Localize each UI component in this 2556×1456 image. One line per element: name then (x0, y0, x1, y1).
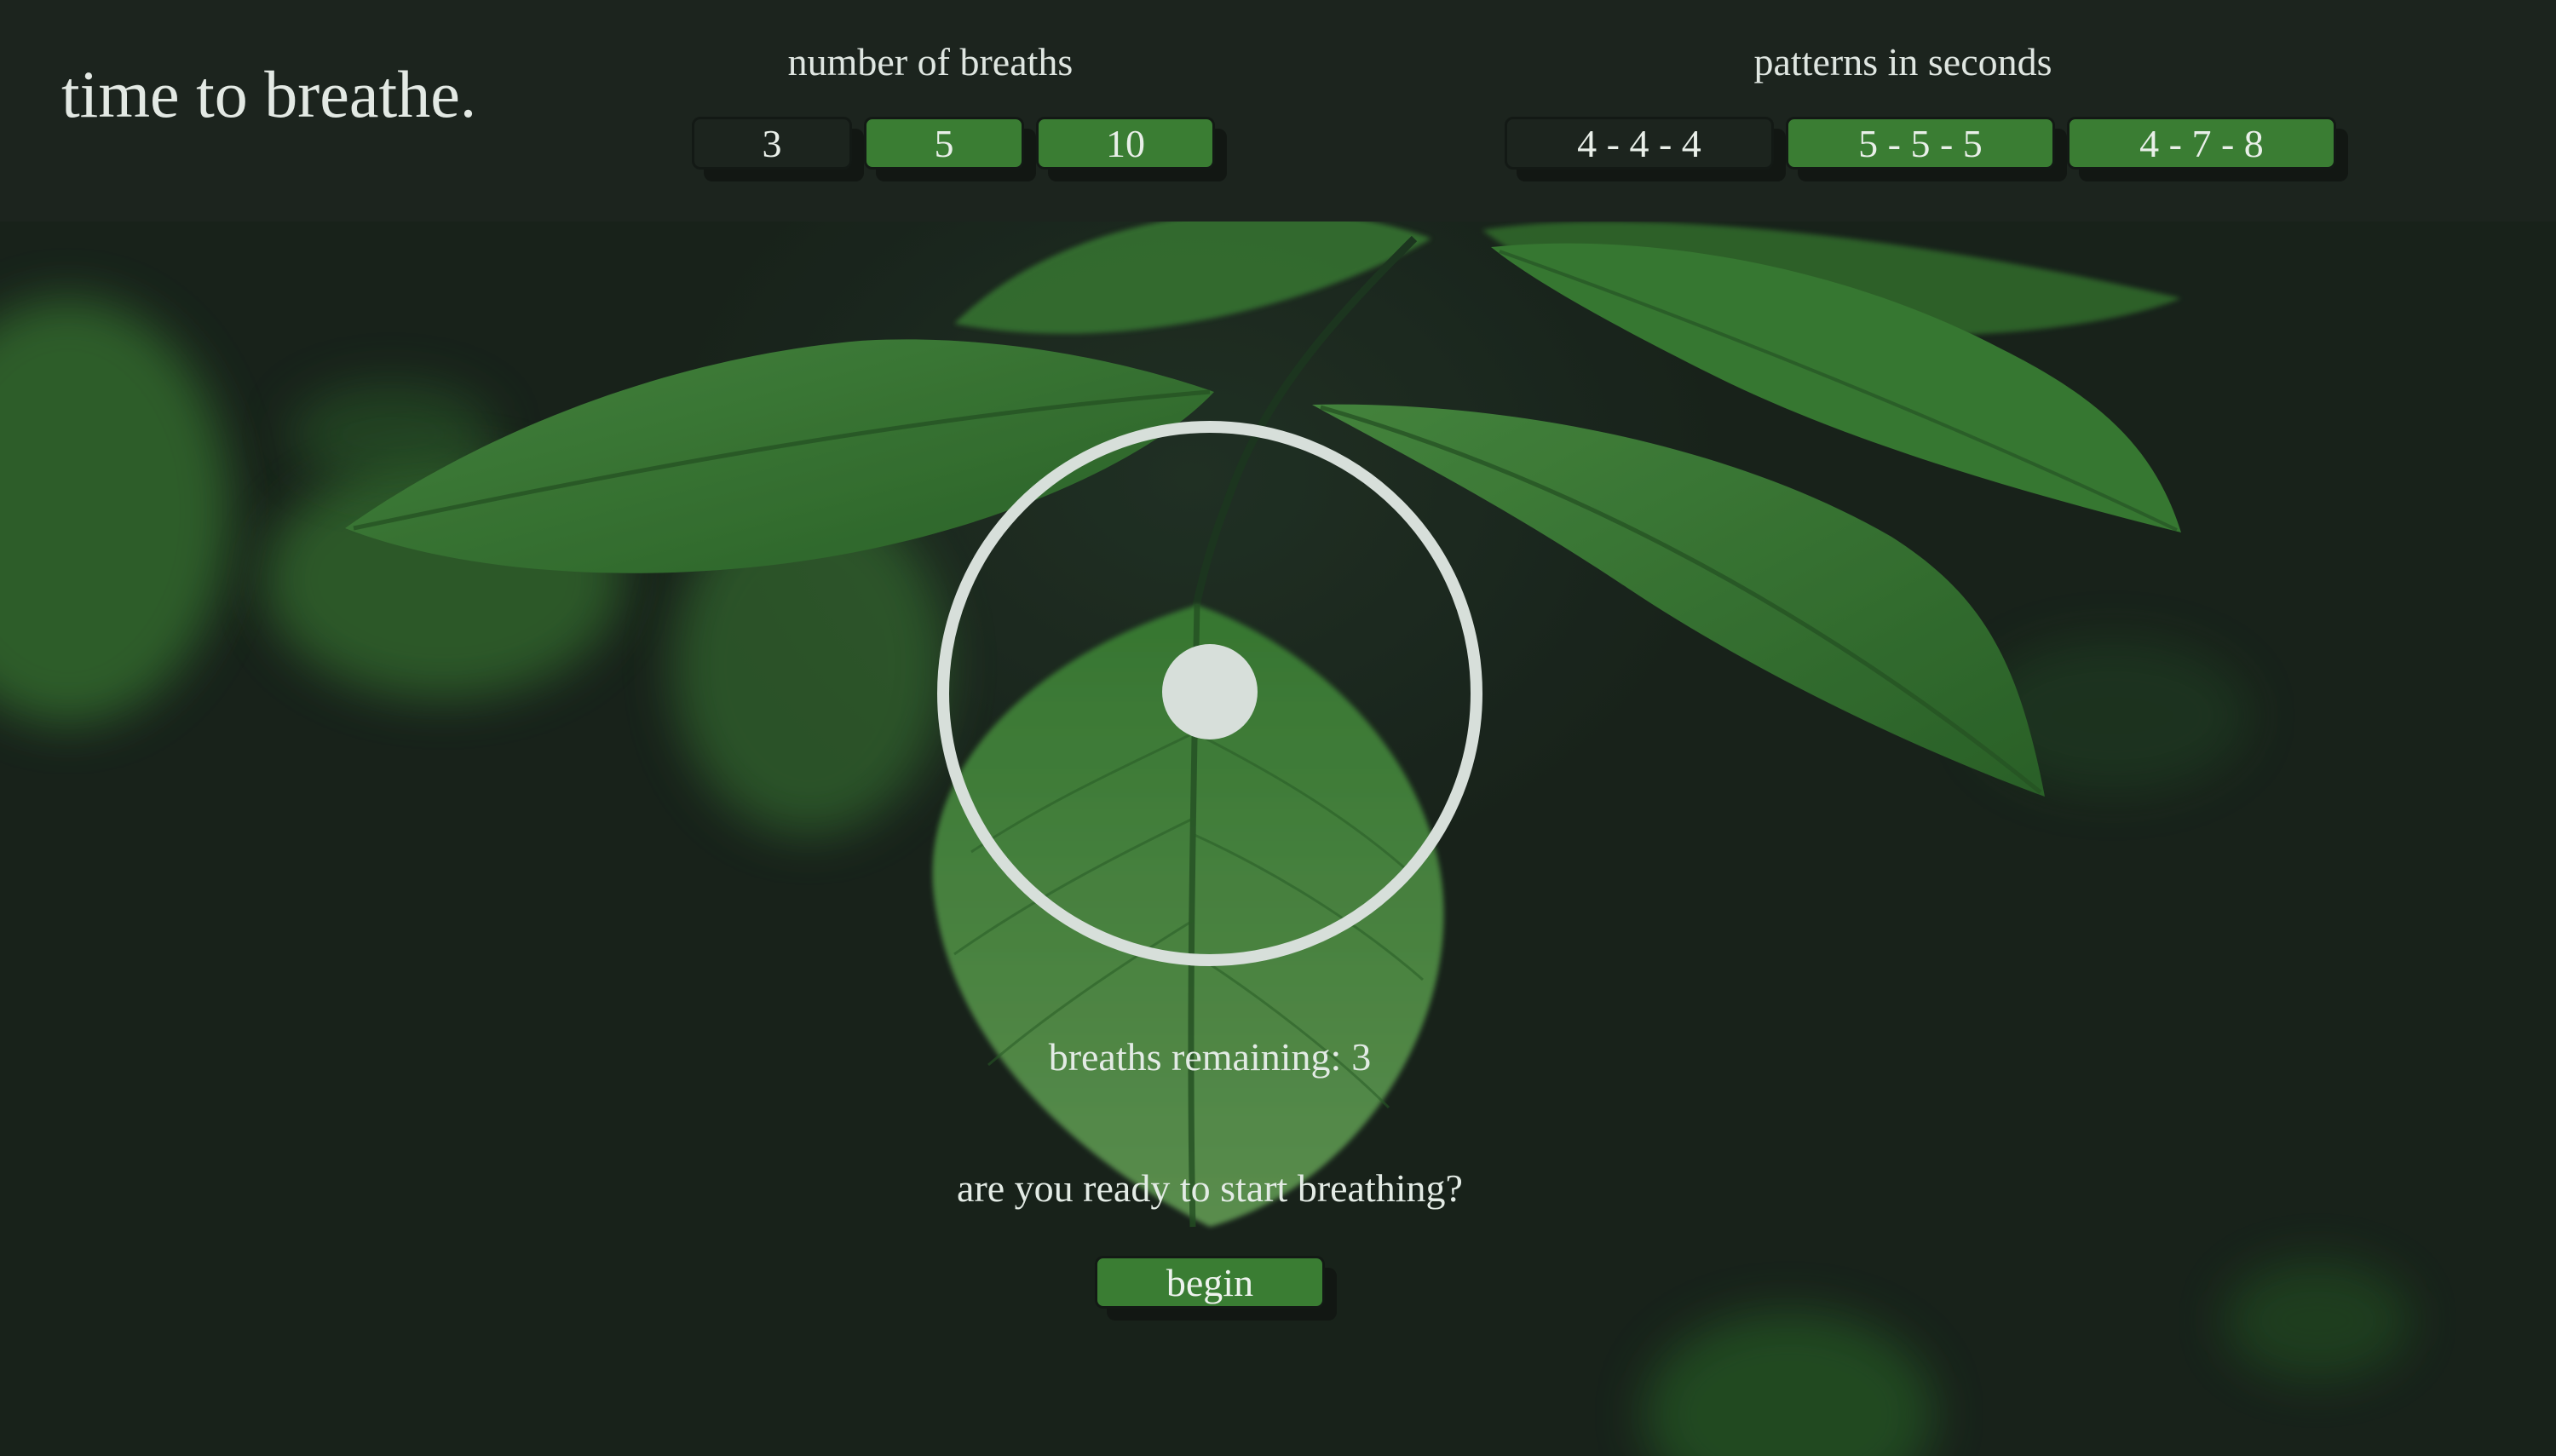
app-title: time to breathe. (61, 57, 477, 131)
breaths-group-label: number of breaths (787, 40, 1074, 83)
pattern-option-4-4-4[interactable]: 4 - 4 - 4 (1505, 117, 1774, 170)
header: time to breathe. number of breaths 3 5 1… (0, 0, 2556, 222)
breaths-options: 3 5 10 (692, 117, 1215, 170)
breath-dot-icon (1162, 644, 1258, 740)
begin-button[interactable]: begin (1095, 1256, 1325, 1309)
breaths-remaining-count: 3 (1351, 1035, 1372, 1079)
breaths-option-10[interactable]: 10 (1036, 117, 1215, 170)
breaths-remaining-label: breaths remaining: (1048, 1035, 1342, 1079)
breaths-option-3[interactable]: 3 (692, 117, 852, 170)
pattern-option-5-5-5[interactable]: 5 - 5 - 5 (1786, 117, 2055, 170)
pattern-option-4-7-8[interactable]: 4 - 7 - 8 (2067, 117, 2336, 170)
patterns-options: 4 - 4 - 4 5 - 5 - 5 4 - 7 - 8 (1505, 117, 2336, 170)
breaths-remaining: breaths remaining: 3 (869, 1038, 1551, 1077)
ready-prompt: are you ready to start breathing? (957, 1166, 1463, 1210)
patterns-group-label: patterns in seconds (1753, 40, 2052, 83)
breaths-option-5[interactable]: 5 (864, 117, 1024, 170)
